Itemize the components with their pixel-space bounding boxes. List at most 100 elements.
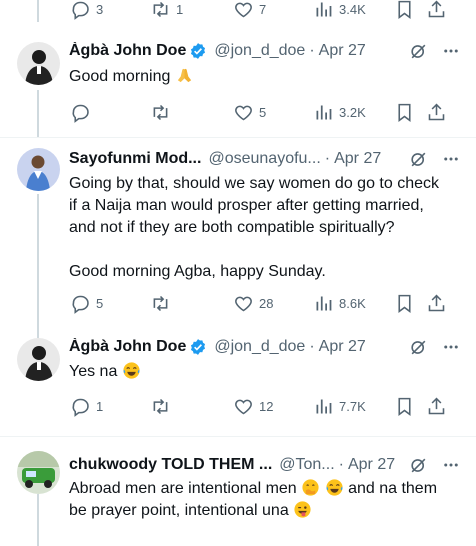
tweet-header: Sayofunmi Mod... @oseunayofu... · Apr 27 [69,148,476,170]
reply-count: 3 [96,1,104,17]
tweet-line: Going by that, should we say women do go… [69,175,439,192]
reply-button[interactable] [70,100,96,124]
more-options-icon[interactable] [442,150,460,168]
tweet-actions: 3 1 7 3.4K [60,0,462,21]
bookmark-icon [398,294,411,313]
tweet-actions: 1 12 7.7K [60,394,462,418]
avatar[interactable] [17,338,60,381]
like-count: 28 [259,295,274,311]
views-button[interactable]: 8.6K [313,291,366,315]
timestamp[interactable]: Apr 27 [319,42,366,60]
display-name[interactable]: Àgbà John Doe [69,42,186,60]
handle[interactable]: @Ton... [279,456,334,474]
grok-icon[interactable] [409,338,428,357]
handle[interactable]: @jon_d_doe [214,42,305,60]
bookmark-button[interactable] [394,291,415,315]
avatar[interactable] [17,148,60,191]
retweet-button[interactable] [150,291,176,315]
views-button[interactable]: 7.7K [313,394,366,418]
views-icon [316,399,332,413]
views-button[interactable]: 3.4K [313,0,366,21]
like-count: 5 [259,104,267,120]
more-options-icon[interactable] [442,42,460,60]
reply-count: 1 [96,398,104,414]
tweet-line: if a Naija man would prosper after getti… [69,197,424,214]
avatar[interactable] [17,451,60,494]
tweet-header: Àgbà John Doe @jon_d_doe · Apr 27 [69,40,476,62]
heart-icon [235,399,252,414]
retweet-button[interactable]: 1 [150,0,183,21]
share-button[interactable] [426,394,447,418]
verified-badge-icon [191,43,206,59]
tweet-text: Good morning [69,66,460,88]
bookmark-button[interactable] [394,100,415,124]
views-icon [316,296,332,310]
bookmark-icon [398,397,411,416]
handle[interactable]: @oseunayofu... [208,150,320,168]
separator-dot: · [309,42,315,59]
like-button[interactable]: 7 [233,0,266,21]
share-icon [428,103,445,120]
tweet-text: Yes na [69,361,460,383]
share-button[interactable] [426,100,447,124]
share-button[interactable] [426,291,447,315]
tweet-header: chukwoody TOLD THEM ... @Ton... · Apr 27 [69,454,476,476]
retweet-icon [153,104,168,120]
avatar[interactable] [17,42,60,85]
tweet-actions: 5 28 8.6K [60,291,462,315]
like-button[interactable]: 5 [233,100,266,124]
reply-icon [72,1,89,20]
retweet-count: 1 [176,1,184,17]
thread-line [37,194,39,338]
tweet-text: Going by that, should we say women do go… [69,173,460,283]
views-count: 3.2K [339,104,366,120]
bookmark-button[interactable] [394,394,415,418]
display-name[interactable]: Àgbà John Doe [69,338,186,356]
share-button[interactable] [426,0,447,21]
retweet-icon [153,398,168,414]
heart-icon [235,105,252,120]
views-button[interactable]: 3.2K [313,100,366,124]
tweet-line: Yes na [69,363,118,380]
reply-button[interactable]: 5 [70,291,103,315]
heart-icon [235,296,252,311]
bookmark-icon [398,103,411,122]
separator-dot: · [338,456,344,473]
tweet-header: Àgbà John Doe @jon_d_doe · Apr 27 [69,336,476,358]
like-button[interactable]: 28 [233,291,273,315]
separator-dot: · [309,338,315,355]
display-name[interactable]: chukwoody TOLD THEM ... [69,456,272,474]
face-with-hand-over-mouth-emoji [302,479,319,496]
handle[interactable]: @jon_d_doe [214,338,305,356]
grok-icon[interactable] [409,42,428,61]
retweet-button[interactable] [150,394,176,418]
winking-face-with-tongue-emoji [294,501,311,518]
like-button[interactable]: 12 [233,394,273,418]
divider [0,137,476,138]
grok-icon[interactable] [409,150,428,169]
verified-badge-icon [191,339,206,355]
retweet-button[interactable] [150,100,176,124]
like-count: 12 [259,398,274,414]
timestamp[interactable]: Apr 27 [334,150,381,168]
share-icon [428,294,445,311]
divider [0,436,476,437]
timestamp[interactable]: Apr 27 [348,456,395,474]
folded-hands-emoji [177,68,191,83]
share-icon [428,397,445,414]
thread-line [37,0,39,22]
more-options-icon[interactable] [442,456,460,474]
reply-icon [72,104,89,123]
bookmark-button[interactable] [394,0,415,21]
more-options-icon[interactable] [442,338,460,356]
display-name[interactable]: Sayofunmi Mod... [69,150,201,168]
grok-icon[interactable] [409,456,428,475]
tweet-line: Abroad men are intentional men [69,480,297,497]
reply-button[interactable]: 3 [70,0,103,21]
share-icon [428,0,445,17]
reply-button[interactable]: 1 [70,394,103,418]
timestamp[interactable]: Apr 27 [319,338,366,356]
heart-icon [235,2,252,17]
tweet-line: and not if they are both compatible spir… [69,219,395,236]
like-count: 7 [259,1,267,17]
